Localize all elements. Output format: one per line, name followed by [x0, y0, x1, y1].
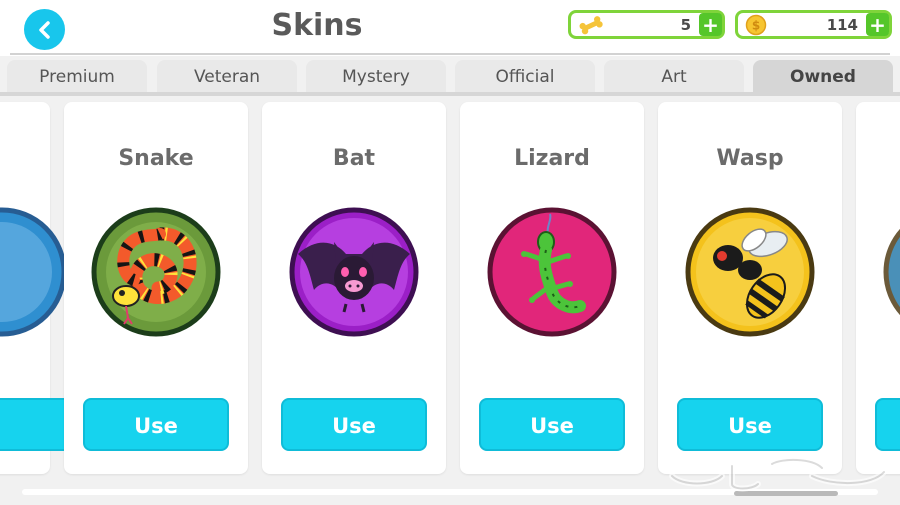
bone-currency: 5 +: [568, 10, 725, 39]
skin-card-wasp[interactable]: Wasp Use: [658, 102, 842, 474]
tab-owned[interactable]: Owned: [753, 60, 893, 94]
skin-card-lizard[interactable]: Lizard Use: [460, 102, 644, 474]
tab-official[interactable]: Official: [455, 60, 595, 94]
add-coins-button[interactable]: +: [866, 13, 889, 37]
coin-count: 114: [826, 15, 858, 34]
tab-premium[interactable]: Premium: [7, 60, 147, 94]
watermark-logo: [669, 456, 887, 492]
skin-name: Lizard: [514, 146, 590, 171]
coin-icon: $: [744, 14, 772, 36]
tab-art[interactable]: Art: [604, 60, 744, 94]
skin-card-bat[interactable]: Bat Use: [262, 102, 446, 474]
skin-name: Bat: [332, 146, 376, 171]
skin-card-snake[interactable]: Snake Use: [64, 102, 248, 474]
use-button-snake[interactable]: Use: [83, 398, 229, 451]
lizard-icon: [487, 207, 617, 337]
wasp-icon: [685, 207, 815, 337]
snake-icon: [91, 207, 221, 337]
coin-currency: $ 114 +: [735, 10, 892, 39]
skins-carousel[interactable]: Snake Use Bat Use Lizard Use Wasp Use: [0, 96, 900, 505]
use-button-partial-right[interactable]: [875, 398, 900, 451]
skin-name: Snake: [118, 146, 194, 171]
header: Skins 5 + $ 114 +: [0, 0, 900, 56]
tab-mystery[interactable]: Mystery: [306, 60, 446, 94]
skin-art-partial: [0, 207, 67, 337]
use-button-bat[interactable]: Use: [281, 398, 427, 451]
add-bones-button[interactable]: +: [699, 13, 722, 37]
use-button-lizard[interactable]: Use: [479, 398, 625, 451]
use-button-wasp[interactable]: Use: [677, 398, 823, 451]
tab-bar: Premium Veteran Mystery Official Art Own…: [0, 60, 900, 94]
bone-count: 5: [680, 15, 691, 34]
svg-text:$: $: [752, 18, 760, 32]
bone-icon: [577, 14, 605, 36]
skin-art-partial: [883, 228, 900, 316]
header-divider: [10, 53, 890, 55]
page-title: Skins: [271, 8, 363, 43]
skin-card-partial-left[interactable]: [0, 102, 90, 474]
skin-name: Wasp: [716, 146, 784, 171]
skin-card-partial-right[interactable]: [856, 102, 900, 474]
tab-veteran[interactable]: Veteran: [157, 60, 297, 94]
bat-icon: [289, 207, 419, 337]
